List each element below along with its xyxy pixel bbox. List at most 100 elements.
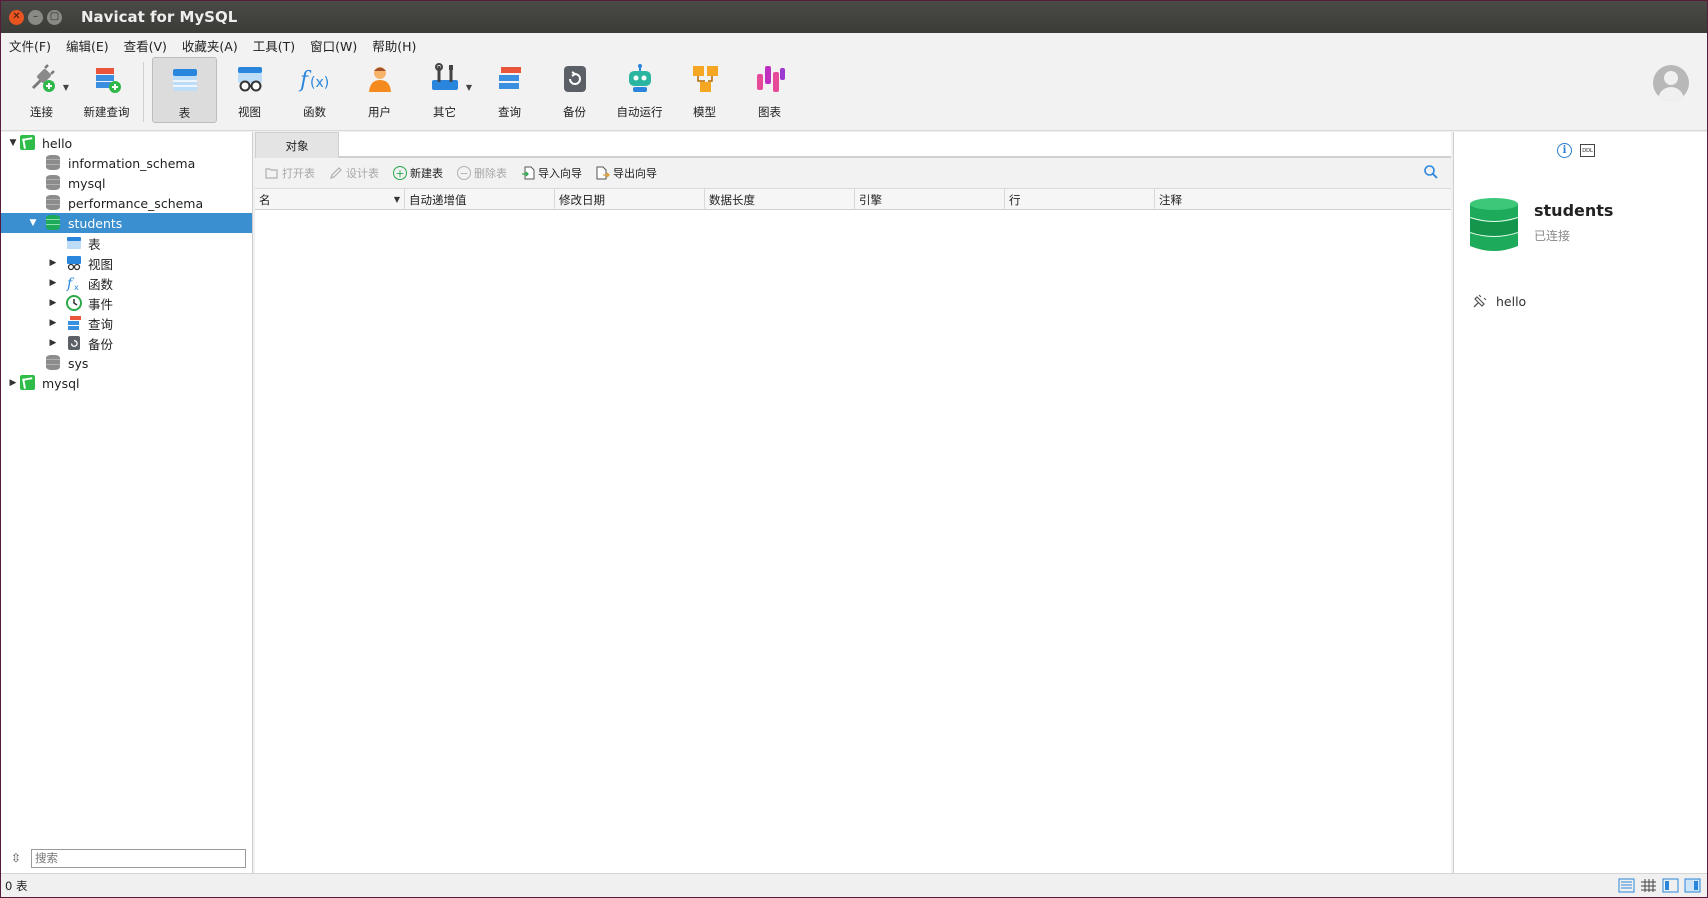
- menu-favorites[interactable]: 收藏夹(A): [182, 36, 238, 55]
- expand-arrow-icon[interactable]: ▶: [46, 318, 60, 328]
- column-header-modified-date[interactable]: 修改日期: [555, 189, 705, 210]
- info-pane-toggle-icon[interactable]: [1684, 878, 1701, 893]
- auto-run-button[interactable]: 自动运行: [607, 57, 672, 123]
- model-button[interactable]: 模型: [672, 57, 737, 123]
- tree-node-functions[interactable]: ▶ fx 函数: [1, 273, 252, 293]
- sidebar-search-input[interactable]: [31, 848, 246, 868]
- connect-dropdown-icon[interactable]: ▼: [63, 83, 69, 92]
- expand-arrow-icon[interactable]: ▶: [46, 278, 60, 288]
- main-toolbar: ▼ 连接 新建查询 表 视图 f (x) 函数 用户 ▼ 其它 查询 备份 自动…: [1, 57, 1707, 131]
- collapse-arrow-icon[interactable]: ▼: [26, 218, 40, 228]
- expand-arrow-icon[interactable]: ▶: [46, 258, 60, 268]
- new-table-label: 新建表: [410, 167, 443, 180]
- info-icon[interactable]: i: [1557, 143, 1572, 158]
- export-wizard-button[interactable]: 导出向导: [596, 165, 657, 181]
- menu-view[interactable]: 查看(V): [124, 36, 167, 55]
- main-area: ▼ hello information_schema mysql perform…: [1, 132, 1707, 873]
- tree-connection-hello[interactable]: ▼ hello: [1, 133, 252, 153]
- design-table-button[interactable]: 设计表: [329, 165, 379, 181]
- tree-node-views[interactable]: ▶ 视图: [1, 253, 252, 273]
- database-icon: [46, 195, 62, 211]
- tree-node-queries[interactable]: ▶ 查询: [1, 313, 252, 333]
- tree-db-information-schema[interactable]: information_schema: [1, 153, 252, 173]
- navigation-pane: ▼ hello information_schema mysql perform…: [1, 132, 253, 873]
- menu-window[interactable]: 窗口(W): [310, 36, 357, 55]
- chart-button[interactable]: 图表: [737, 57, 802, 123]
- expand-arrow-icon[interactable]: ▶: [46, 338, 60, 348]
- query-button[interactable]: 查询: [477, 57, 542, 123]
- other-dropdown-icon[interactable]: ▼: [466, 83, 472, 92]
- close-window-button[interactable]: ✕: [9, 9, 24, 25]
- column-header-engine[interactable]: 引擎: [855, 189, 1005, 210]
- menu-tools[interactable]: 工具(T): [253, 36, 295, 55]
- new-query-button[interactable]: 新建查询: [74, 57, 139, 123]
- tree-label: mysql: [68, 175, 106, 191]
- new-table-button[interactable]: + 新建表: [393, 165, 443, 181]
- object-toolbar: 打开表 设计表 + 新建表 − 删除表 导入向导 导出向导: [255, 158, 1451, 188]
- collapse-arrow-icon[interactable]: ▼: [6, 138, 20, 148]
- ddl-icon[interactable]: DDL: [1580, 144, 1595, 157]
- expand-arrow-icon[interactable]: ▶: [6, 378, 20, 388]
- view-button[interactable]: 视图: [217, 57, 282, 123]
- new-query-icon: [90, 62, 124, 96]
- minus-circle-icon: −: [457, 166, 471, 180]
- query-label: 查询: [498, 105, 521, 119]
- tree-node-tables[interactable]: 表: [1, 233, 252, 253]
- minimize-window-button[interactable]: –: [28, 9, 43, 25]
- tree-label: 事件: [88, 296, 114, 312]
- tree-db-students[interactable]: ▼ students: [1, 213, 252, 233]
- tools-icon: [428, 62, 462, 96]
- column-header-comment[interactable]: 注释: [1155, 189, 1451, 210]
- detail-view-icon[interactable]: [1662, 878, 1679, 893]
- user-avatar[interactable]: [1653, 65, 1689, 101]
- column-header-auto-increment[interactable]: 自动递增值: [405, 189, 555, 210]
- tree-label: students: [68, 215, 123, 231]
- connect-button[interactable]: ▼ 连接: [9, 57, 74, 123]
- filter-toggle-icon[interactable]: ⇳: [9, 851, 23, 865]
- tree-label: 表: [88, 236, 101, 252]
- object-list[interactable]: [255, 210, 1451, 873]
- info-connection-name: hello: [1496, 293, 1527, 309]
- user-button[interactable]: 用户: [347, 57, 412, 123]
- object-pane: 对象 打开表 设计表 + 新建表 − 删除表 导入向导 导出向导 名 ▼ 自动递…: [255, 132, 1451, 873]
- import-wizard-button[interactable]: 导入向导: [521, 165, 582, 181]
- tree-node-events[interactable]: ▶ 事件: [1, 293, 252, 313]
- menu-edit[interactable]: 编辑(E): [66, 36, 109, 55]
- search-icon[interactable]: [1423, 164, 1439, 180]
- backup-button[interactable]: 备份: [542, 57, 607, 123]
- menu-file[interactable]: 文件(F): [9, 36, 51, 55]
- pencil-icon: [329, 166, 343, 180]
- tree-label: mysql: [42, 375, 80, 391]
- open-table-button[interactable]: 打开表: [265, 165, 315, 181]
- column-header-data-length[interactable]: 数据长度: [705, 189, 855, 210]
- sort-desc-icon: ▼: [393, 195, 400, 204]
- query-icon: [66, 315, 82, 331]
- export-icon: [596, 166, 610, 180]
- query-icon: [493, 62, 527, 96]
- column-header-label: 名: [259, 192, 271, 207]
- tree-node-backups[interactable]: ▶ 备份: [1, 333, 252, 353]
- window-title: Navicat for MySQL: [81, 8, 238, 26]
- function-button[interactable]: f (x) 函数: [282, 57, 347, 123]
- other-button[interactable]: ▼ 其它: [412, 57, 477, 123]
- function-icon: fx: [66, 275, 82, 292]
- expand-arrow-icon[interactable]: ▶: [46, 298, 60, 308]
- grid-view-icon[interactable]: [1640, 878, 1657, 893]
- column-header-name[interactable]: 名 ▼: [255, 189, 405, 210]
- delete-table-button[interactable]: − 删除表: [457, 165, 507, 181]
- tree-db-sys[interactable]: sys: [1, 353, 252, 373]
- tree-db-performance-schema[interactable]: performance_schema: [1, 193, 252, 213]
- tree-label: performance_schema: [68, 195, 204, 211]
- maximize-window-button[interactable]: ▢: [47, 9, 62, 25]
- column-header-rows[interactable]: 行: [1005, 189, 1155, 210]
- tree-db-mysql[interactable]: mysql: [1, 173, 252, 193]
- connection-tree: ▼ hello information_schema mysql perform…: [1, 132, 252, 393]
- app-window: ✕ – ▢ Navicat for MySQL 文件(F) 编辑(E) 查看(V…: [0, 0, 1708, 898]
- sidebar-search: ⇳: [9, 847, 246, 869]
- table-button[interactable]: 表: [152, 57, 217, 123]
- tree-connection-mysql[interactable]: ▶ mysql: [1, 373, 252, 393]
- delete-table-label: 删除表: [474, 167, 507, 180]
- tab-objects[interactable]: 对象: [255, 132, 339, 158]
- menu-help[interactable]: 帮助(H): [372, 36, 416, 55]
- list-view-icon[interactable]: [1618, 878, 1635, 893]
